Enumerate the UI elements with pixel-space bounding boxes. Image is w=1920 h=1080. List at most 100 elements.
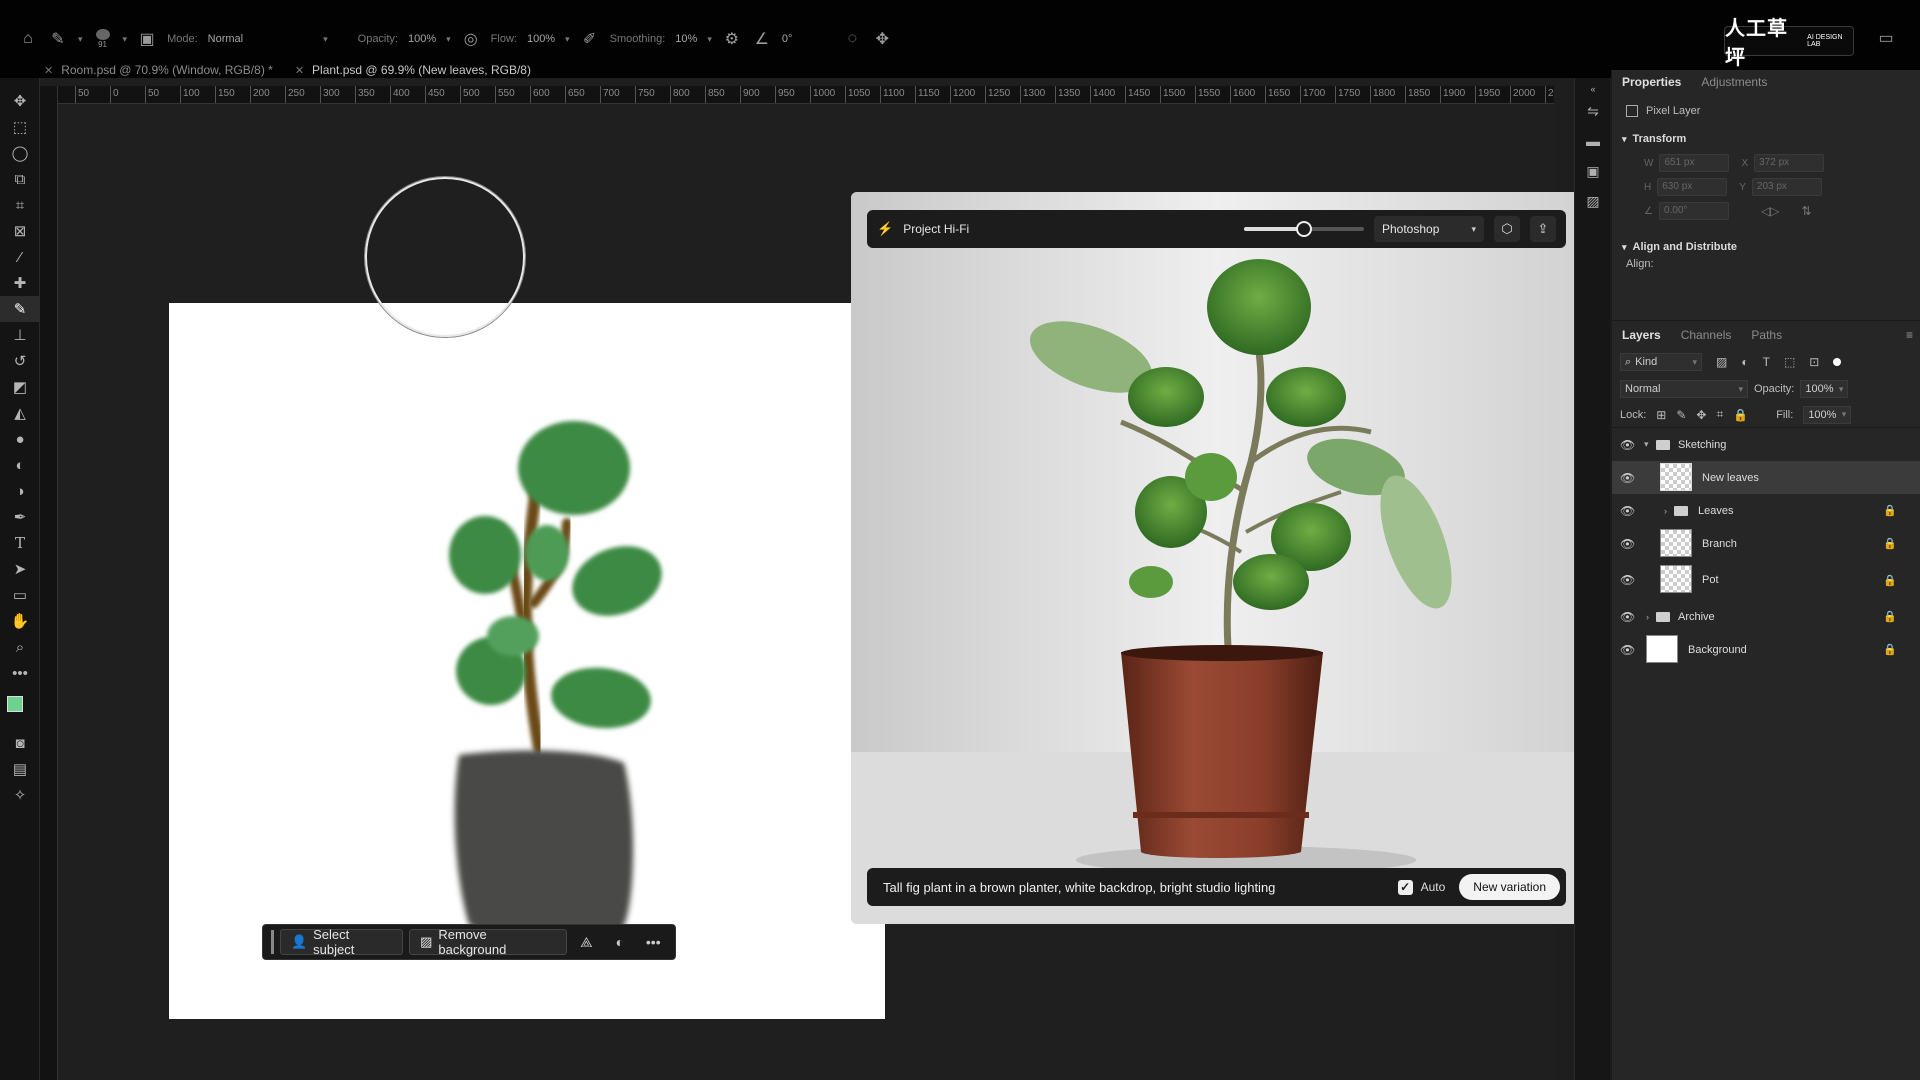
filter-toggle-icon[interactable] xyxy=(1833,358,1842,366)
tab-room-psd[interactable]: ✕ Room.psd @ 70.9% (Window, RGB/8) * xyxy=(44,62,273,78)
airbrush-icon[interactable]: ✐ xyxy=(580,29,600,49)
layer-new-leaves[interactable]: 👁 New leaves xyxy=(1612,461,1920,494)
chevron-down-icon[interactable]: ▾ xyxy=(707,34,712,45)
settings-hex-icon[interactable]: ⬡ xyxy=(1494,216,1520,242)
y-field[interactable]: Y 203 px xyxy=(1739,178,1822,196)
sketch-canvas[interactable] xyxy=(169,303,885,1019)
chevron-right-icon[interactable]: › xyxy=(1646,612,1649,622)
w-value[interactable]: 651 px xyxy=(1659,154,1730,172)
dodge-tool-icon[interactable]: ◐ xyxy=(0,452,40,478)
drag-handle[interactable] xyxy=(271,930,274,954)
brush-tool-icon[interactable]: ✎ xyxy=(0,296,40,322)
visibility-eye-icon[interactable]: 👁 xyxy=(1620,610,1635,624)
filter-shape-icon[interactable]: ⬚ xyxy=(1784,355,1795,369)
auto-checkbox[interactable]: ✓ xyxy=(1397,879,1413,895)
angle-value[interactable]: 0° xyxy=(782,33,793,45)
chevron-right-icon[interactable]: › xyxy=(1664,506,1667,516)
chevron-down-icon[interactable]: ▾ xyxy=(565,34,570,45)
flip-vertical-icon[interactable]: ⇅ xyxy=(1801,204,1811,218)
type-tool-icon[interactable]: T xyxy=(0,530,40,556)
opacity-value[interactable]: 100% xyxy=(408,33,436,45)
x-value[interactable]: 372 px xyxy=(1754,154,1825,172)
history-icon[interactable]: ⇋ xyxy=(1575,96,1611,126)
close-icon[interactable]: ✕ xyxy=(44,64,53,77)
visibility-eye-icon[interactable]: 👁 xyxy=(1620,537,1635,551)
angle-field[interactable]: ∠ 0.00° xyxy=(1644,202,1729,220)
visibility-eye-icon[interactable]: 👁 xyxy=(1620,471,1635,485)
symmetry-icon[interactable]: ✥ xyxy=(872,29,892,49)
transform-section-header[interactable]: ▾ Transform xyxy=(1612,128,1920,150)
tab-plant-psd[interactable]: ✕ Plant.psd @ 69.9% (New leaves, RGB/8) xyxy=(295,62,531,78)
filter-type-icon[interactable]: T xyxy=(1763,355,1770,369)
image-panel-icon[interactable]: ▨ xyxy=(1575,186,1611,216)
layer-background[interactable]: 👁 Background 🔒 xyxy=(1612,633,1920,666)
generative-icon[interactable]: ✧ xyxy=(0,782,40,808)
zoom-tool-icon[interactable]: ⌕ xyxy=(0,634,40,660)
chevron-down-icon[interactable]: ▾ xyxy=(123,34,128,45)
flip-horizontal-icon[interactable]: ◁▷ xyxy=(1761,204,1779,218)
history-brush-tool-icon[interactable]: ↺ xyxy=(0,348,40,374)
pressure-size-icon[interactable]: ◌ xyxy=(842,29,862,49)
marquee-tool-icon[interactable]: ⬚ xyxy=(0,114,40,140)
close-icon[interactable]: ✕ xyxy=(295,64,304,77)
visibility-eye-icon[interactable]: 👁 xyxy=(1620,573,1635,587)
layer-branch[interactable]: 👁 Branch 🔒 xyxy=(1612,527,1920,560)
panel-menu-icon[interactable]: ≡ xyxy=(1906,328,1913,342)
path-select-tool-icon[interactable]: ➤ xyxy=(0,556,40,582)
mode-select[interactable]: Normal ▾ xyxy=(208,33,328,45)
new-variation-button[interactable]: New variation xyxy=(1459,874,1560,900)
app-source-dropdown[interactable]: Photoshop ▾ xyxy=(1374,216,1484,242)
crop-tool-icon[interactable]: ⌗ xyxy=(0,192,40,218)
collapse-icon[interactable]: « xyxy=(1575,82,1611,96)
smudge-tool-icon[interactable]: ◑ xyxy=(0,478,40,504)
tab-layers[interactable]: Layers xyxy=(1622,328,1661,342)
creativity-slider[interactable] xyxy=(1244,221,1364,237)
visibility-eye-icon[interactable]: 👁 xyxy=(1620,504,1635,518)
filter-smartobject-icon[interactable]: ⊡ xyxy=(1809,355,1819,369)
layer-opacity-field[interactable]: 100% ▾ xyxy=(1800,380,1849,398)
smoothing-value[interactable]: 10% xyxy=(675,33,697,45)
adjustment-icon[interactable]: ◐ xyxy=(606,929,633,955)
frame-tool-icon[interactable]: ⊠ xyxy=(0,218,40,244)
lock-artboard-icon[interactable]: ⌗ xyxy=(1716,407,1723,422)
select-subject-button[interactable]: 👤 Select subject xyxy=(279,927,404,957)
gradient-tool-icon[interactable]: ◭ xyxy=(0,400,40,426)
tab-properties[interactable]: Properties xyxy=(1622,75,1681,89)
blend-mode-dropdown[interactable]: Normal ▾ xyxy=(1620,380,1748,398)
healing-tool-icon[interactable]: ✚ xyxy=(0,270,40,296)
hand-tool-icon[interactable]: ✋ xyxy=(0,608,40,634)
filter-pixel-icon[interactable]: ▨ xyxy=(1716,355,1727,369)
tab-adjustments[interactable]: Adjustments xyxy=(1701,75,1767,89)
tab-channels[interactable]: Channels xyxy=(1681,328,1732,342)
brush-size-icon[interactable]: 91 xyxy=(93,29,113,49)
more-options-icon[interactable]: ••• xyxy=(640,929,667,955)
lock-transparency-icon[interactable]: ⊞ xyxy=(1656,408,1666,422)
stamp-tool-icon[interactable]: ⊥ xyxy=(0,322,40,348)
chevron-down-icon[interactable]: ▾ xyxy=(78,34,83,45)
quick-mask-icon[interactable]: ◙ xyxy=(0,730,40,756)
align-section-header[interactable]: ▾ Align and Distribute xyxy=(1612,236,1920,258)
angle-value[interactable]: 0.00° xyxy=(1658,202,1729,220)
h-value[interactable]: 630 px xyxy=(1657,178,1728,196)
lock-paint-icon[interactable]: ✎ xyxy=(1676,408,1686,422)
eyedropper-tool-icon[interactable]: ⁄ xyxy=(0,244,40,270)
brush-settings-icon[interactable]: ▣ xyxy=(137,29,157,49)
layer-group-sketching[interactable]: 👁 ▾ Sketching xyxy=(1612,428,1920,461)
filter-kind-dropdown[interactable]: ⌕ Kind ▾ xyxy=(1620,353,1702,371)
foreground-color-swatch[interactable] xyxy=(7,696,23,712)
layer-pot[interactable]: 👁 Pot 🔒 xyxy=(1612,560,1920,600)
flow-value[interactable]: 100% xyxy=(527,33,555,45)
transform-icon[interactable]: ⟁ xyxy=(573,929,600,955)
x-field[interactable]: X 372 px xyxy=(1741,154,1825,172)
slider-handle[interactable] xyxy=(1296,221,1312,237)
lock-position-icon[interactable]: ✥ xyxy=(1696,408,1706,422)
pen-tool-icon[interactable]: ✒ xyxy=(0,504,40,530)
height-field[interactable]: H 630 px xyxy=(1644,178,1728,196)
share-icon[interactable]: ▭ xyxy=(1876,28,1896,48)
lasso-tool-icon[interactable]: ◯ xyxy=(0,140,40,166)
object-select-tool-icon[interactable]: ⧉ xyxy=(0,166,40,192)
pressure-opacity-icon[interactable]: ◎ xyxy=(461,29,481,49)
move-tool-icon[interactable]: ✥ xyxy=(0,88,40,114)
filter-adjustment-icon[interactable]: ◐ xyxy=(1741,355,1748,369)
visibility-eye-icon[interactable]: 👁 xyxy=(1620,643,1635,657)
